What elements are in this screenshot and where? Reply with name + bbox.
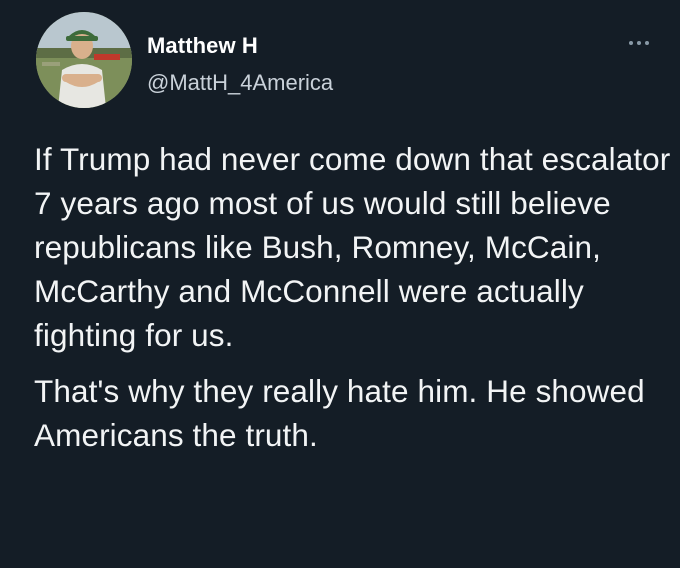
more-dot bbox=[637, 41, 641, 45]
more-dot bbox=[629, 41, 633, 45]
avatar[interactable] bbox=[36, 12, 132, 108]
ellipsis-icon[interactable] bbox=[622, 34, 656, 52]
author-display-name[interactable]: Matthew H bbox=[147, 33, 258, 59]
tweet-paragraph: That's why they really hate him. He show… bbox=[34, 373, 645, 453]
tweet-text: If Trump had never come down that escala… bbox=[34, 137, 674, 457]
tweet-paragraph: If Trump had never come down that escala… bbox=[34, 141, 671, 353]
author-handle[interactable]: @MattH_4America bbox=[147, 70, 333, 96]
tweet-card: Matthew H @MattH_4America If Trump had n… bbox=[0, 0, 680, 568]
more-dot bbox=[645, 41, 649, 45]
avatar-photo bbox=[36, 12, 132, 108]
